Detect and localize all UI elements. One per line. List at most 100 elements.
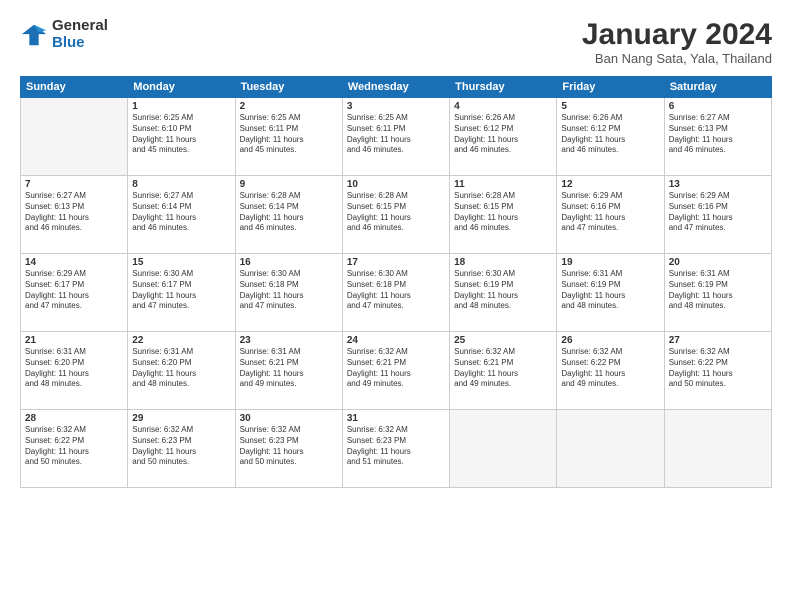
calendar-cell: 9Sunrise: 6:28 AM Sunset: 6:14 PM Daylig… (235, 176, 342, 254)
calendar-cell: 31Sunrise: 6:32 AM Sunset: 6:23 PM Dayli… (342, 410, 449, 488)
day-number: 10 (347, 179, 445, 190)
day-info: Sunrise: 6:32 AM Sunset: 6:23 PM Dayligh… (240, 425, 338, 468)
day-info: Sunrise: 6:32 AM Sunset: 6:22 PM Dayligh… (669, 347, 767, 390)
day-number: 9 (240, 179, 338, 190)
calendar-cell: 15Sunrise: 6:30 AM Sunset: 6:17 PM Dayli… (128, 254, 235, 332)
col-saturday: Saturday (664, 77, 771, 98)
day-number: 25 (454, 335, 552, 346)
day-number: 28 (25, 413, 123, 424)
calendar-header: Sunday Monday Tuesday Wednesday Thursday… (21, 77, 772, 98)
col-monday: Monday (128, 77, 235, 98)
col-tuesday: Tuesday (235, 77, 342, 98)
day-info: Sunrise: 6:27 AM Sunset: 6:13 PM Dayligh… (669, 113, 767, 156)
calendar-cell: 19Sunrise: 6:31 AM Sunset: 6:19 PM Dayli… (557, 254, 664, 332)
calendar-cell: 22Sunrise: 6:31 AM Sunset: 6:20 PM Dayli… (128, 332, 235, 410)
day-info: Sunrise: 6:32 AM Sunset: 6:22 PM Dayligh… (561, 347, 659, 390)
day-info: Sunrise: 6:29 AM Sunset: 6:17 PM Dayligh… (25, 269, 123, 312)
day-number: 26 (561, 335, 659, 346)
calendar-cell: 12Sunrise: 6:29 AM Sunset: 6:16 PM Dayli… (557, 176, 664, 254)
day-info: Sunrise: 6:30 AM Sunset: 6:19 PM Dayligh… (454, 269, 552, 312)
logo-text: General Blue (52, 18, 108, 51)
day-info: Sunrise: 6:25 AM Sunset: 6:10 PM Dayligh… (132, 113, 230, 156)
day-info: Sunrise: 6:26 AM Sunset: 6:12 PM Dayligh… (454, 113, 552, 156)
day-number: 8 (132, 179, 230, 190)
calendar-cell: 17Sunrise: 6:30 AM Sunset: 6:18 PM Dayli… (342, 254, 449, 332)
calendar-cell: 11Sunrise: 6:28 AM Sunset: 6:15 PM Dayli… (450, 176, 557, 254)
day-number: 19 (561, 257, 659, 268)
day-info: Sunrise: 6:27 AM Sunset: 6:13 PM Dayligh… (25, 191, 123, 234)
calendar-cell (557, 410, 664, 488)
day-info: Sunrise: 6:32 AM Sunset: 6:21 PM Dayligh… (347, 347, 445, 390)
calendar-cell: 14Sunrise: 6:29 AM Sunset: 6:17 PM Dayli… (21, 254, 128, 332)
day-info: Sunrise: 6:25 AM Sunset: 6:11 PM Dayligh… (240, 113, 338, 156)
day-info: Sunrise: 6:29 AM Sunset: 6:16 PM Dayligh… (561, 191, 659, 234)
calendar-table: Sunday Monday Tuesday Wednesday Thursday… (20, 76, 772, 488)
title-area: January 2024 Ban Nang Sata, Yala, Thaila… (582, 18, 772, 66)
day-info: Sunrise: 6:26 AM Sunset: 6:12 PM Dayligh… (561, 113, 659, 156)
calendar-page: General Blue January 2024 Ban Nang Sata,… (0, 0, 792, 612)
day-number: 14 (25, 257, 123, 268)
calendar-title: January 2024 (582, 18, 772, 51)
calendar-cell: 30Sunrise: 6:32 AM Sunset: 6:23 PM Dayli… (235, 410, 342, 488)
day-number: 22 (132, 335, 230, 346)
day-number: 23 (240, 335, 338, 346)
calendar-cell: 10Sunrise: 6:28 AM Sunset: 6:15 PM Dayli… (342, 176, 449, 254)
header-row: Sunday Monday Tuesday Wednesday Thursday… (21, 77, 772, 98)
calendar-week-3: 14Sunrise: 6:29 AM Sunset: 6:17 PM Dayli… (21, 254, 772, 332)
calendar-cell (664, 410, 771, 488)
day-number: 4 (454, 101, 552, 112)
calendar-cell: 4Sunrise: 6:26 AM Sunset: 6:12 PM Daylig… (450, 98, 557, 176)
day-info: Sunrise: 6:29 AM Sunset: 6:16 PM Dayligh… (669, 191, 767, 234)
col-wednesday: Wednesday (342, 77, 449, 98)
day-info: Sunrise: 6:27 AM Sunset: 6:14 PM Dayligh… (132, 191, 230, 234)
day-info: Sunrise: 6:28 AM Sunset: 6:15 PM Dayligh… (347, 191, 445, 234)
day-number: 16 (240, 257, 338, 268)
calendar-cell (450, 410, 557, 488)
calendar-cell: 13Sunrise: 6:29 AM Sunset: 6:16 PM Dayli… (664, 176, 771, 254)
calendar-cell: 3Sunrise: 6:25 AM Sunset: 6:11 PM Daylig… (342, 98, 449, 176)
day-info: Sunrise: 6:32 AM Sunset: 6:22 PM Dayligh… (25, 425, 123, 468)
day-info: Sunrise: 6:31 AM Sunset: 6:19 PM Dayligh… (561, 269, 659, 312)
day-info: Sunrise: 6:30 AM Sunset: 6:17 PM Dayligh… (132, 269, 230, 312)
calendar-cell: 28Sunrise: 6:32 AM Sunset: 6:22 PM Dayli… (21, 410, 128, 488)
day-info: Sunrise: 6:31 AM Sunset: 6:20 PM Dayligh… (25, 347, 123, 390)
calendar-cell: 7Sunrise: 6:27 AM Sunset: 6:13 PM Daylig… (21, 176, 128, 254)
day-number: 2 (240, 101, 338, 112)
day-info: Sunrise: 6:32 AM Sunset: 6:23 PM Dayligh… (132, 425, 230, 468)
calendar-cell: 25Sunrise: 6:32 AM Sunset: 6:21 PM Dayli… (450, 332, 557, 410)
day-number: 20 (669, 257, 767, 268)
day-number: 6 (669, 101, 767, 112)
logo-blue: Blue (52, 35, 108, 52)
calendar-body: 1Sunrise: 6:25 AM Sunset: 6:10 PM Daylig… (21, 98, 772, 488)
day-info: Sunrise: 6:31 AM Sunset: 6:20 PM Dayligh… (132, 347, 230, 390)
day-number: 7 (25, 179, 123, 190)
calendar-cell: 27Sunrise: 6:32 AM Sunset: 6:22 PM Dayli… (664, 332, 771, 410)
col-friday: Friday (557, 77, 664, 98)
day-number: 31 (347, 413, 445, 424)
day-info: Sunrise: 6:30 AM Sunset: 6:18 PM Dayligh… (347, 269, 445, 312)
calendar-cell: 6Sunrise: 6:27 AM Sunset: 6:13 PM Daylig… (664, 98, 771, 176)
calendar-cell: 16Sunrise: 6:30 AM Sunset: 6:18 PM Dayli… (235, 254, 342, 332)
day-number: 5 (561, 101, 659, 112)
day-number: 18 (454, 257, 552, 268)
calendar-week-2: 7Sunrise: 6:27 AM Sunset: 6:13 PM Daylig… (21, 176, 772, 254)
day-number: 21 (25, 335, 123, 346)
page-header: General Blue January 2024 Ban Nang Sata,… (20, 18, 772, 66)
calendar-cell: 26Sunrise: 6:32 AM Sunset: 6:22 PM Dayli… (557, 332, 664, 410)
day-number: 11 (454, 179, 552, 190)
day-number: 24 (347, 335, 445, 346)
day-number: 17 (347, 257, 445, 268)
col-sunday: Sunday (21, 77, 128, 98)
calendar-cell: 23Sunrise: 6:31 AM Sunset: 6:21 PM Dayli… (235, 332, 342, 410)
calendar-cell: 2Sunrise: 6:25 AM Sunset: 6:11 PM Daylig… (235, 98, 342, 176)
calendar-cell: 1Sunrise: 6:25 AM Sunset: 6:10 PM Daylig… (128, 98, 235, 176)
day-number: 3 (347, 101, 445, 112)
logo-bird-icon (20, 21, 48, 49)
day-number: 29 (132, 413, 230, 424)
calendar-week-4: 21Sunrise: 6:31 AM Sunset: 6:20 PM Dayli… (21, 332, 772, 410)
day-info: Sunrise: 6:28 AM Sunset: 6:15 PM Dayligh… (454, 191, 552, 234)
logo-general: General (52, 18, 108, 35)
col-thursday: Thursday (450, 77, 557, 98)
day-info: Sunrise: 6:31 AM Sunset: 6:19 PM Dayligh… (669, 269, 767, 312)
calendar-subtitle: Ban Nang Sata, Yala, Thailand (582, 51, 772, 66)
